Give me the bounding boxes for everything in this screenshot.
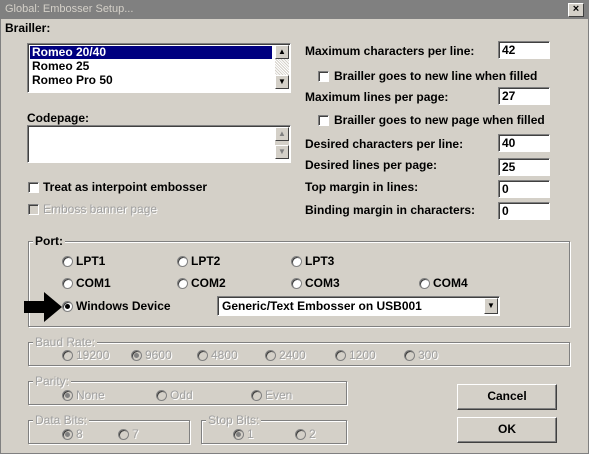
com2-label: COM2 xyxy=(191,276,226,290)
com3-label: COM3 xyxy=(305,276,340,290)
parity-odd-radio[interactable] xyxy=(156,390,167,401)
brailler-listbox[interactable]: Romeo 20/40 Romeo 25 Romeo Pro 50 ▲ ▼ xyxy=(27,43,291,93)
baud-2400-label: 2400 xyxy=(279,348,306,362)
port-label: Port: xyxy=(33,234,65,248)
max-lines-label: Maximum lines per page: xyxy=(305,90,449,104)
close-button[interactable]: × xyxy=(568,3,584,17)
banner-checkbox[interactable] xyxy=(28,204,39,215)
parity-odd-label: Odd xyxy=(170,388,193,402)
scroll-up-icon[interactable]: ▲ xyxy=(275,127,289,141)
baud-9600-label: 9600 xyxy=(145,348,172,362)
data-bits-8-label: 8 xyxy=(76,427,83,441)
baud-4800-radio[interactable] xyxy=(197,350,208,361)
parity-label: Parity: xyxy=(33,374,72,388)
binding-margin-field[interactable]: 0 xyxy=(498,202,550,220)
com2-radio[interactable] xyxy=(177,278,188,289)
window-title: Global: Embosser Setup... xyxy=(5,3,134,15)
windows-device-label: Windows Device xyxy=(76,299,171,313)
stop-bits-2-label: 2 xyxy=(309,427,316,441)
stop-bits-2-radio[interactable] xyxy=(295,429,306,440)
parity-none-radio[interactable] xyxy=(62,390,73,401)
com1-radio[interactable] xyxy=(62,278,73,289)
data-bits-label: Data Bits: xyxy=(33,413,90,427)
lpt1-radio[interactable] xyxy=(62,256,73,267)
new-page-checkbox[interactable] xyxy=(318,115,329,126)
interpoint-label: Treat as interpoint embosser xyxy=(43,180,208,194)
new-page-label: Brailler goes to new page when filled xyxy=(334,113,545,127)
brailler-scrollbar[interactable]: ▲ ▼ xyxy=(275,45,289,89)
embosser-setup-dialog: Global: Embosser Setup... × Brailler: Ro… xyxy=(0,0,589,454)
banner-label: Emboss banner page xyxy=(43,202,158,216)
lpt3-label: LPT3 xyxy=(305,254,335,268)
lpt2-label: LPT2 xyxy=(191,254,221,268)
new-line-label: Brailler goes to new line when filled xyxy=(334,69,538,83)
windows-device-radio[interactable] xyxy=(62,301,73,312)
desired-lines-label: Desired lines per page: xyxy=(305,158,438,172)
baud-300-label: 300 xyxy=(418,348,439,362)
baud-2400-radio[interactable] xyxy=(265,350,276,361)
top-margin-label: Top margin in lines: xyxy=(305,180,419,194)
desired-chars-label: Desired characters per line: xyxy=(305,137,464,151)
data-bits-7-label: 7 xyxy=(132,427,139,441)
com4-label: COM4 xyxy=(433,276,468,290)
lpt1-label: LPT1 xyxy=(76,254,106,268)
baud-9600-radio[interactable] xyxy=(131,350,142,361)
chevron-down-icon[interactable]: ▼ xyxy=(484,298,498,314)
max-chars-field[interactable]: 42 xyxy=(498,41,550,59)
data-bits-8-radio[interactable] xyxy=(62,429,73,440)
baud-19200-radio[interactable] xyxy=(62,350,73,361)
com1-label: COM1 xyxy=(76,276,111,290)
scroll-down-icon[interactable]: ▼ xyxy=(275,145,289,159)
baud-300-radio[interactable] xyxy=(404,350,415,361)
right-arrow-icon xyxy=(24,292,62,322)
title-bar: Global: Embosser Setup... × xyxy=(1,1,588,19)
baud-1200-label: 1200 xyxy=(349,348,376,362)
brailler-item-romeo-25[interactable]: Romeo 25 xyxy=(30,60,272,73)
stop-bits-label: Stop Bits: xyxy=(206,413,262,427)
com3-radio[interactable] xyxy=(291,278,302,289)
windows-device-combo[interactable]: Generic/Text Embosser on USB001 ▼ xyxy=(217,296,500,316)
data-bits-7-radio[interactable] xyxy=(118,429,129,440)
binding-margin-label: Binding margin in characters: xyxy=(305,203,476,217)
ok-button[interactable]: OK xyxy=(457,417,557,443)
baud-label: Baud Rate: xyxy=(33,335,98,349)
new-line-checkbox[interactable] xyxy=(318,71,329,82)
lpt2-radio[interactable] xyxy=(177,256,188,267)
max-lines-field[interactable]: 27 xyxy=(498,87,550,105)
max-chars-label: Maximum characters per line: xyxy=(305,44,475,58)
stop-bits-1-label: 1 xyxy=(247,427,254,441)
interpoint-checkbox[interactable] xyxy=(28,182,39,193)
parity-even-radio[interactable] xyxy=(251,390,262,401)
scroll-up-icon[interactable]: ▲ xyxy=(275,45,289,59)
codepage-label: Codepage: xyxy=(27,111,90,125)
baud-1200-radio[interactable] xyxy=(335,350,346,361)
baud-4800-label: 4800 xyxy=(211,348,238,362)
parity-none-label: None xyxy=(76,388,105,402)
stop-bits-1-radio[interactable] xyxy=(233,429,244,440)
parity-even-label: Even xyxy=(265,388,293,402)
codepage-scrollbar[interactable]: ▲ ▼ xyxy=(275,127,289,159)
codepage-listbox[interactable]: ▲ ▼ xyxy=(27,125,291,163)
brailler-item-romeo-20-40[interactable]: Romeo 20/40 xyxy=(30,46,272,59)
windows-device-value: Generic/Text Embosser on USB001 xyxy=(222,299,422,313)
scroll-down-icon[interactable]: ▼ xyxy=(275,75,289,89)
top-margin-field[interactable]: 0 xyxy=(498,180,550,198)
cancel-button[interactable]: Cancel xyxy=(457,384,557,410)
lpt3-radio[interactable] xyxy=(291,256,302,267)
brailler-label: Brailler: xyxy=(5,21,51,35)
baud-19200-label: 19200 xyxy=(76,348,110,362)
com4-radio[interactable] xyxy=(419,278,430,289)
desired-lines-field[interactable]: 25 xyxy=(498,158,550,176)
desired-chars-field[interactable]: 40 xyxy=(498,134,550,152)
brailler-item-romeo-pro-50[interactable]: Romeo Pro 50 xyxy=(30,74,272,87)
